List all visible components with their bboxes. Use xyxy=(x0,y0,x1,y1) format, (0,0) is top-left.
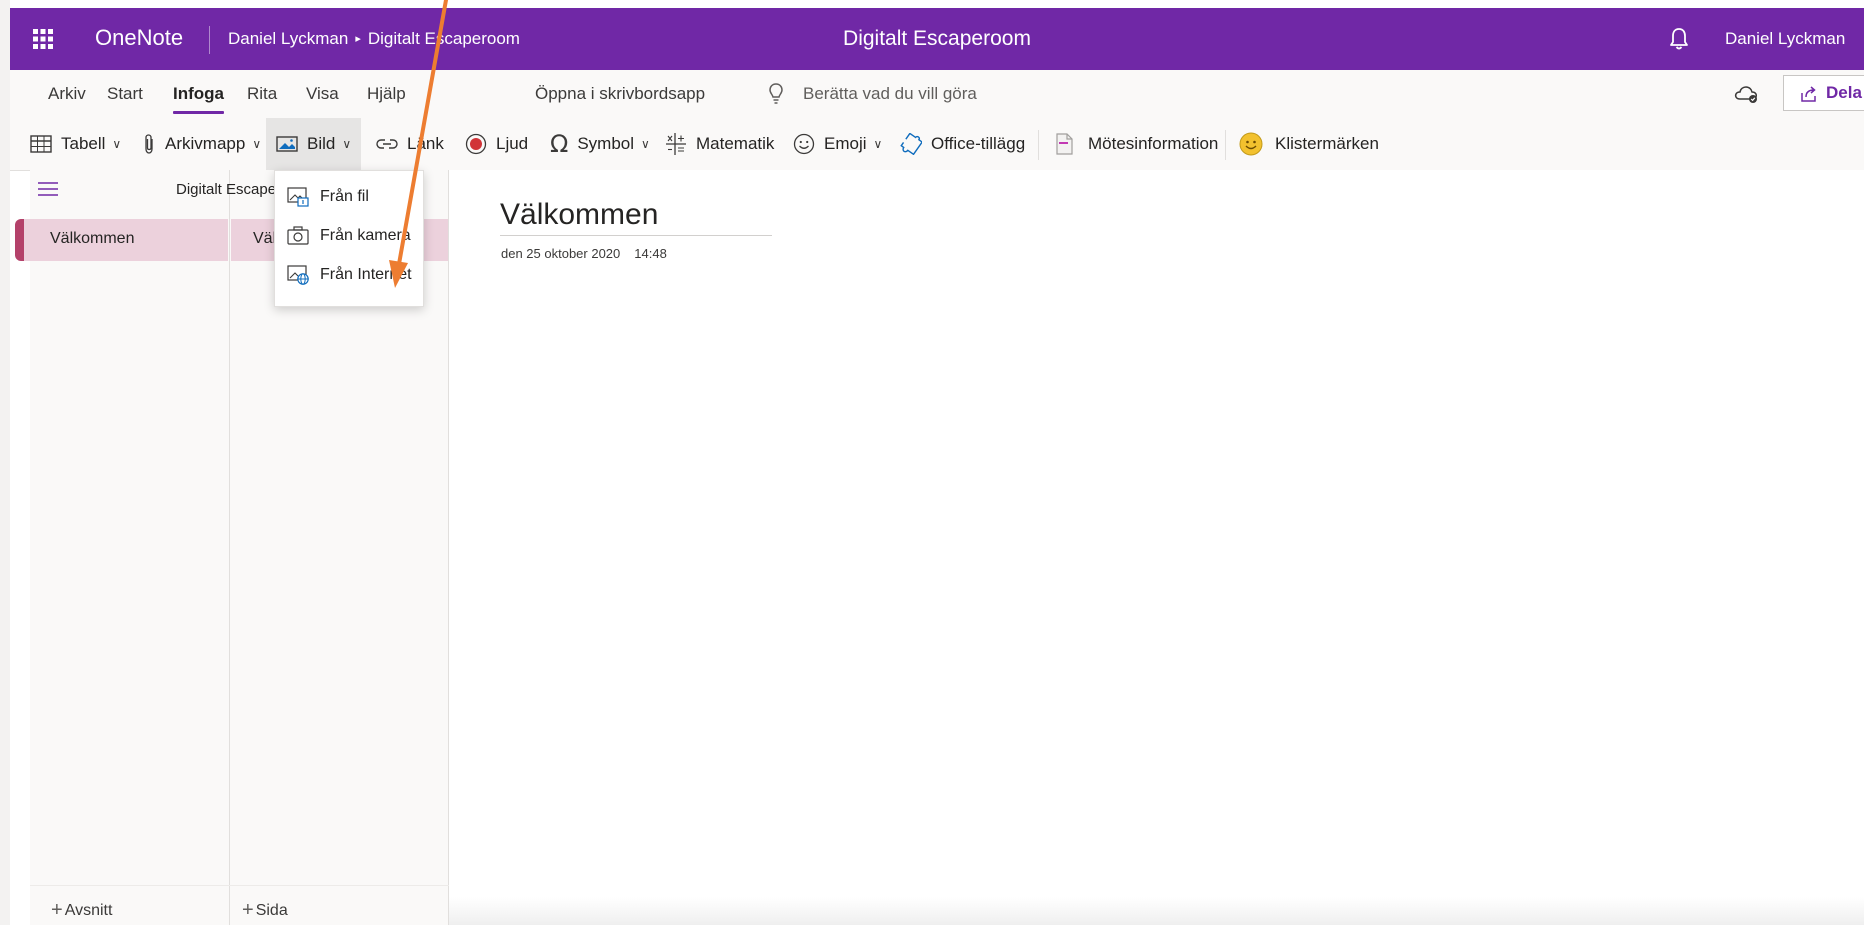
share-label: Dela xyxy=(1826,83,1862,102)
table-button[interactable]: Tabell ∨ xyxy=(30,118,121,170)
audio-label: Ljud xyxy=(496,134,529,153)
breadcrumb-separator: ▸ xyxy=(355,33,361,45)
tab-rita[interactable]: Rita xyxy=(247,84,277,104)
menu-item-from-camera[interactable]: Från kamera xyxy=(275,218,423,254)
section-label: Välkommen xyxy=(50,230,135,247)
picture-label: Bild xyxy=(307,134,336,153)
picture-button[interactable]: Bild ∨ xyxy=(266,118,362,170)
app-name[interactable]: OneNote xyxy=(95,25,183,51)
breadcrumb-notebook[interactable]: Digitalt Escaperoom xyxy=(368,29,520,48)
page-date: den 25 oktober 2020 xyxy=(501,246,621,261)
title-divider xyxy=(209,26,210,54)
ribbon-toolbar: Tabell ∨ Arkivmapp ∨ Bild ∨ Länk Ljud Ω … xyxy=(10,118,1864,171)
omega-icon: Ω xyxy=(550,130,569,158)
symbol-button[interactable]: Ω Symbol ∨ xyxy=(550,118,650,170)
page-title-underline xyxy=(500,235,772,236)
emoji-smiley-icon xyxy=(793,133,815,155)
table-label: Tabell xyxy=(61,134,106,153)
hamburger-menu-icon[interactable] xyxy=(38,182,58,196)
tell-me-search[interactable]: Berätta vad du vill göra xyxy=(803,84,977,104)
meeting-details-label: Mötesinformation xyxy=(1088,134,1219,153)
from-file-label: Från fil xyxy=(320,188,369,205)
breadcrumb-owner[interactable]: Daniel Lyckman xyxy=(228,29,348,48)
menu-item-from-file[interactable]: Från fil xyxy=(275,179,423,215)
office-addins-label: Office-tillägg xyxy=(931,134,1026,153)
math-button[interactable]: Matematik xyxy=(665,118,774,170)
onenote-window: OneNote Daniel Lyckman ▸ Digitalt Escapero… xyxy=(10,0,1864,925)
tab-arkiv[interactable]: Arkiv xyxy=(48,84,86,104)
open-desktop-app-button[interactable]: Öppna i skrivbordsapp xyxy=(535,84,705,104)
emoji-label: Emoji xyxy=(824,134,867,153)
paperclip-icon xyxy=(145,134,153,154)
stickers-button[interactable]: Klistermärken xyxy=(1239,118,1379,170)
link-label: Länk xyxy=(407,134,444,153)
tab-hjalp[interactable]: Hjälp xyxy=(367,84,406,104)
from-internet-label: Från Internet xyxy=(320,266,412,283)
page-canvas[interactable] xyxy=(449,170,1864,925)
chevron-down-icon: ∨ xyxy=(873,137,883,151)
record-audio-icon xyxy=(465,133,487,155)
chevron-down-icon: ∨ xyxy=(112,137,122,151)
emoji-button[interactable]: Emoji ∨ xyxy=(793,118,882,170)
sync-status-cloud-icon[interactable] xyxy=(1732,82,1762,106)
attachment-button[interactable]: Arkivmapp ∨ xyxy=(142,118,261,170)
audio-button[interactable]: Ljud xyxy=(465,118,528,170)
math-icon xyxy=(666,133,686,155)
stickers-label: Klistermärken xyxy=(1275,134,1379,153)
add-page-button[interactable]: + Sida xyxy=(242,898,288,921)
add-section-button[interactable]: + Avsnitt xyxy=(51,898,112,921)
office-addins-button[interactable]: Office-tillägg xyxy=(900,118,1025,170)
share-button[interactable]: Dela xyxy=(1783,75,1864,111)
notification-bell-icon[interactable] xyxy=(1666,26,1692,52)
tab-visa[interactable]: Visa xyxy=(306,84,339,104)
pane-footer-divider xyxy=(30,885,449,886)
title-bar: OneNote Daniel Lyckman ▸ Digitalt Escapero… xyxy=(10,8,1864,70)
plus-icon: + xyxy=(242,899,254,921)
symbol-label: Symbol xyxy=(577,134,635,153)
app-launcher-icon[interactable] xyxy=(32,28,54,50)
chevron-down-icon: ∨ xyxy=(641,137,650,151)
lightbulb-icon xyxy=(769,83,783,104)
tab-start[interactable]: Start xyxy=(107,84,143,104)
meeting-document-icon xyxy=(1056,133,1073,155)
user-name[interactable]: Daniel Lyckman xyxy=(1725,29,1845,49)
add-page-label: Sida xyxy=(255,902,288,919)
picture-from-internet-icon xyxy=(287,265,309,285)
section-list-pane xyxy=(30,170,230,925)
math-label: Matematik xyxy=(696,134,775,153)
page-time: 14:48 xyxy=(634,246,667,261)
picture-icon xyxy=(276,136,298,152)
table-icon xyxy=(30,135,52,153)
chevron-down-icon: ∨ xyxy=(252,137,262,151)
menu-item-from-internet[interactable]: Från Internet xyxy=(275,257,423,293)
from-camera-label: Från kamera xyxy=(320,227,411,244)
addins-icon xyxy=(900,133,922,155)
page-timestamp: den 25 oktober 2020 14:48 xyxy=(501,246,667,261)
section-item-valkommen[interactable]: Välkommen xyxy=(15,219,228,261)
chevron-down-icon: ∨ xyxy=(342,137,352,151)
picture-dropdown-menu: Från fil Från kamera Från Internet xyxy=(274,170,424,307)
plus-icon: + xyxy=(51,899,63,921)
share-icon xyxy=(1801,86,1816,102)
camera-icon xyxy=(287,226,309,245)
sticker-smiley-icon xyxy=(1239,132,1263,156)
add-section-label: Avsnitt xyxy=(64,902,113,919)
breadcrumb: Daniel Lyckman ▸ Digitalt Escaperoom xyxy=(228,29,520,49)
link-icon xyxy=(376,139,398,149)
ribbon-divider xyxy=(1225,130,1226,160)
ribbon-divider xyxy=(1038,130,1039,160)
link-button[interactable]: Länk xyxy=(376,118,444,170)
picture-from-file-icon xyxy=(287,187,309,207)
menu-tabs-bar: Arkiv Start Infoga Rita Visa Hjälp Öppna… xyxy=(10,70,1864,118)
attachment-label: Arkivmapp xyxy=(165,134,246,153)
page-title[interactable]: Välkommen xyxy=(500,198,658,232)
meeting-details-button[interactable]: Mötesinformation xyxy=(1054,118,1218,170)
tab-infoga[interactable]: Infoga xyxy=(173,84,224,114)
